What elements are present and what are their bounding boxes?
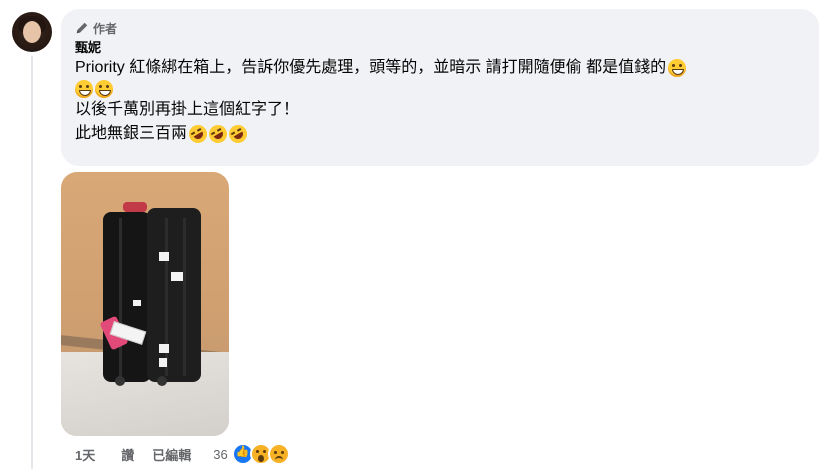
- comment-text-2: 以後千萬別再掛上這個紅字了！: [75, 101, 300, 118]
- comment-timestamp[interactable]: 1天: [75, 445, 95, 464]
- grinning-face-icon: [668, 59, 687, 77]
- suitcase-wheel: [115, 376, 125, 386]
- attached-photo[interactable]: [61, 172, 229, 436]
- rolling-laughing-icon: [225, 121, 251, 147]
- author-badge: 作者: [75, 19, 805, 37]
- pencil-icon: [76, 22, 88, 34]
- comment-line-1: Priority 紅條綁在箱上，告訴你優先處理，頭等的，並暗示 請打開隨便偷 都…: [75, 56, 805, 80]
- avatar-face: [23, 21, 41, 43]
- grinning-face-icon: [95, 80, 113, 98]
- edited-label[interactable]: 已編輯: [152, 445, 191, 464]
- suitcase-sticker: [171, 272, 183, 281]
- sad-reaction-icon: [267, 443, 290, 465]
- author-name[interactable]: 甄妮: [75, 40, 805, 56]
- comment-text-1: Priority 紅條綁在箱上，告訴你優先處理，頭等的，並暗示 請打開隨便偷 都…: [75, 59, 667, 76]
- comment-line-1-cont: [75, 80, 805, 98]
- suitcase-left-shell: [103, 212, 151, 382]
- comment-line-2: 以後千萬別再掛上這個紅字了！: [75, 98, 805, 122]
- reaction-summary[interactable]: [231, 443, 290, 465]
- suitcase-sticker: [133, 300, 141, 306]
- suitcase-sticker: [159, 344, 169, 353]
- suitcase-handle: [123, 202, 147, 212]
- suitcase-rib: [183, 218, 186, 376]
- grinning-face-icon: [75, 80, 93, 98]
- avatar[interactable]: [12, 12, 52, 52]
- rolling-laughing-icon: [185, 121, 211, 147]
- comment-bubble: 作者 甄妮 Priority 紅條綁在箱上，告訴你優先處理，頭等的，並暗示 請打…: [61, 9, 819, 166]
- suitcase-right-shell: [147, 208, 201, 382]
- suitcase-sticker: [159, 252, 169, 261]
- suitcase-wheel: [157, 376, 167, 386]
- author-badge-label: 作者: [93, 21, 118, 36]
- thread-line: [31, 56, 33, 469]
- suitcase-sticker: [159, 358, 167, 367]
- suitcase-rib: [119, 218, 122, 376]
- comment-text-3: 此地無銀三百兩: [75, 125, 188, 142]
- rolling-laughing-icon: [205, 121, 231, 147]
- reaction-count[interactable]: 36: [213, 447, 227, 462]
- like-button[interactable]: 讚: [121, 445, 134, 464]
- comment-footer: 1天 讚 已編輯 36: [75, 443, 290, 465]
- comment-line-3: 此地無銀三百兩: [75, 121, 805, 147]
